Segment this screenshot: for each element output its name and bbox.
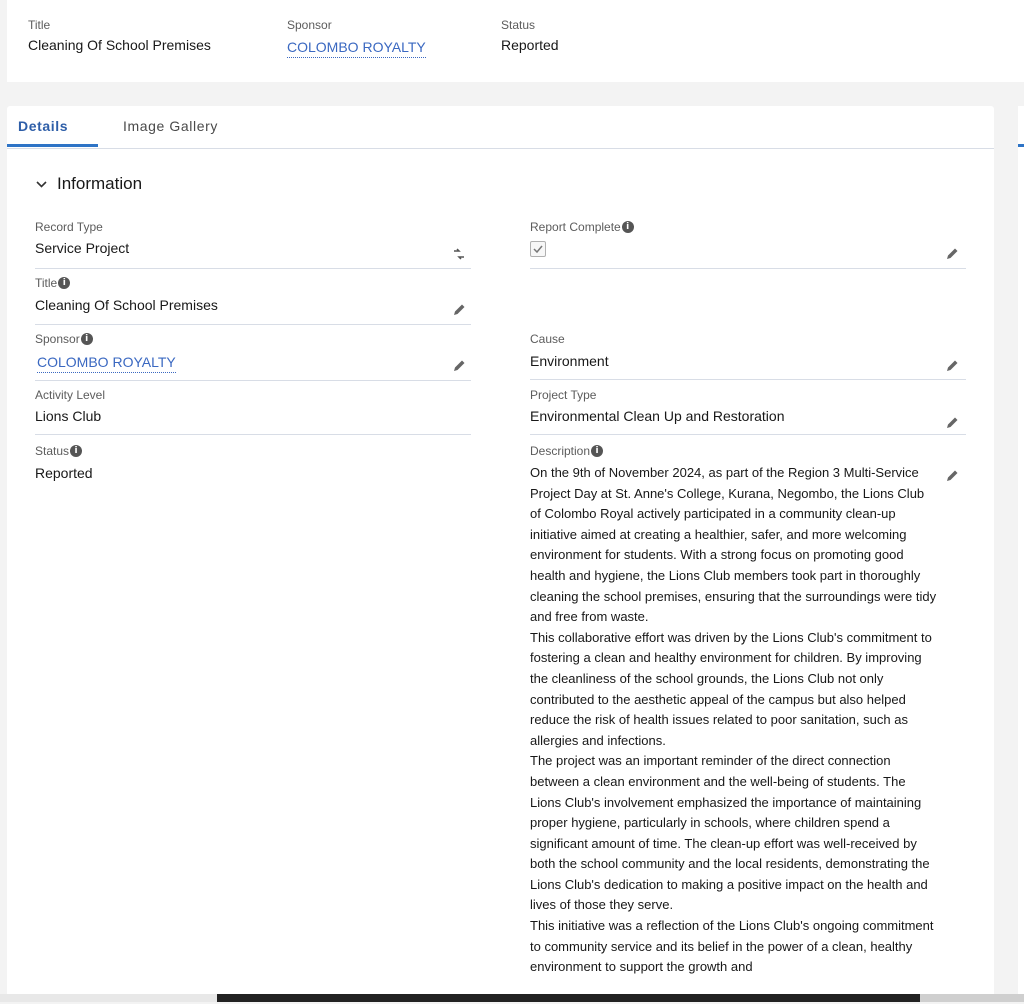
field-value: Environmental Clean Up and Restoration — [530, 408, 785, 424]
field-divider — [530, 379, 966, 380]
field-value: Reported — [35, 465, 93, 481]
section-toggle-information[interactable]: Information — [35, 174, 142, 194]
field-label: Record Type — [35, 220, 103, 234]
field-divider — [35, 324, 471, 325]
record-highlights: Title Cleaning Of School Premises Sponso… — [7, 0, 1024, 82]
info-icon[interactable]: i — [80, 333, 93, 345]
field-label-text: Description — [530, 444, 591, 458]
description-paragraph: This collaborative effort was driven by … — [530, 629, 932, 748]
field-value: Cleaning Of School Premises — [35, 297, 218, 313]
field-label: Status i — [35, 444, 83, 458]
field-label-text: Report Complete — [530, 220, 621, 234]
bottom-dock — [217, 994, 920, 1002]
field-project-type: Project Type Environmental Clean Up and … — [530, 388, 966, 437]
field-cause: Cause Environment — [530, 332, 966, 381]
checkmark-icon — [533, 245, 543, 254]
details-card: Details Image Gallery Information Record… — [7, 106, 994, 1002]
highlight-status: Status Reported — [501, 18, 559, 53]
pencil-icon[interactable] — [451, 358, 467, 374]
highlight-status-label: Status — [501, 18, 536, 32]
field-divider — [530, 434, 966, 435]
active-tab-indicator — [7, 144, 98, 147]
highlight-sponsor-label: Sponsor — [287, 18, 332, 32]
report-complete-checkbox[interactable] — [530, 241, 546, 257]
change-record-type-icon[interactable] — [451, 246, 467, 262]
field-sponsor: Sponsor i COLOMBO ROYALTY — [35, 332, 471, 381]
field-label-text: Title — [35, 276, 58, 290]
info-icon[interactable]: i — [70, 445, 83, 457]
field-label: Description i — [530, 444, 604, 458]
info-icon[interactable]: i — [591, 445, 604, 457]
pencil-icon[interactable] — [944, 246, 960, 262]
field-label: Cause — [530, 332, 565, 346]
field-label: Project Type — [530, 388, 597, 402]
highlight-sponsor-link[interactable]: COLOMBO ROYALTY — [287, 39, 426, 58]
bottom-strip-right — [920, 994, 1024, 1002]
bottom-strip-left — [0, 994, 217, 1002]
field-report-complete: Report Complete i — [530, 220, 966, 269]
pencil-icon[interactable] — [944, 358, 960, 374]
field-label: Title i — [35, 276, 71, 290]
tab-details[interactable]: Details — [18, 118, 68, 134]
field-label-text: Sponsor — [35, 332, 80, 346]
pencil-icon[interactable] — [944, 415, 960, 431]
highlight-status-value: Reported — [501, 37, 559, 53]
field-divider — [35, 268, 471, 269]
field-label: Sponsor i — [35, 332, 93, 346]
highlight-title-label: Title — [28, 18, 51, 32]
field-record-type: Record Type Service Project — [35, 220, 471, 269]
field-divider — [530, 268, 966, 269]
pencil-icon[interactable] — [944, 468, 960, 484]
description-text: On the 9th of November 2024, as part of … — [530, 463, 938, 978]
field-label-text: Status — [35, 444, 70, 458]
tab-bar: Details Image Gallery — [7, 106, 994, 149]
sponsor-link[interactable]: COLOMBO ROYALTY — [37, 354, 176, 373]
highlight-title: Title Cleaning Of School Premises — [28, 18, 211, 53]
description-paragraph: On the 9th of November 2024, as part of … — [530, 465, 937, 625]
field-value: Environment — [530, 353, 609, 369]
adjacent-tab-indicator — [1018, 144, 1024, 147]
description-paragraph: This initiative was a reflection of the … — [530, 918, 934, 975]
field-status: Status i Reported — [35, 444, 471, 484]
info-icon[interactable]: i — [58, 277, 71, 289]
field-activity-level: Activity Level Lions Club — [35, 388, 471, 437]
description-paragraph: The project was an important reminder of… — [530, 753, 930, 913]
tab-image-gallery[interactable]: Image Gallery — [123, 118, 218, 134]
field-value: Service Project — [35, 240, 130, 256]
field-title: Title i Cleaning Of School Premises — [35, 276, 471, 325]
highlight-title-value: Cleaning Of School Premises — [28, 37, 211, 53]
field-description: Description i On the 9th of November 202… — [530, 444, 966, 1004]
adjacent-panel-edge — [1018, 106, 1024, 1002]
chevron-down-icon — [36, 180, 47, 188]
field-label: Report Complete i — [530, 220, 634, 234]
field-divider — [35, 380, 471, 381]
field-divider — [35, 434, 471, 435]
field-label: Activity Level — [35, 388, 106, 402]
info-icon[interactable]: i — [621, 221, 634, 233]
pencil-icon[interactable] — [451, 302, 467, 318]
field-value: Lions Club — [35, 408, 102, 424]
highlight-sponsor: Sponsor COLOMBO ROYALTY — [287, 18, 426, 58]
section-title: Information — [57, 174, 143, 193]
